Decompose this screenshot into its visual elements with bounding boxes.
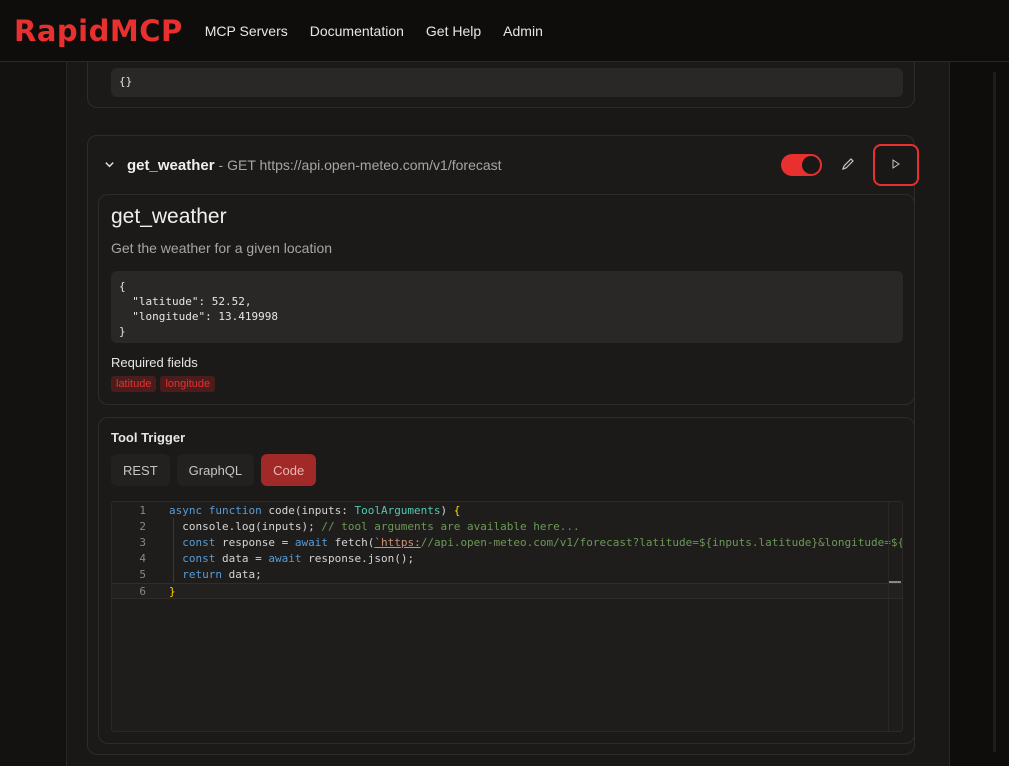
code-line-text: async function code(inputs: ToolArgument… <box>169 504 461 517</box>
code-editor[interactable]: 1 async function code(inputs: ToolArgumen… <box>111 501 903 732</box>
editor-scrollbar[interactable] <box>888 502 902 731</box>
required-field-tag: longitude <box>160 376 216 392</box>
trigger-tabs: REST GraphQL Code <box>111 454 323 486</box>
previous-tool-code-text: {} <box>119 75 133 88</box>
scrollbar-cursor-marker <box>889 581 901 583</box>
tool-method: - GET https://api.open-meteo.com/v1/fore… <box>219 157 502 173</box>
line-number: 1 <box>139 504 146 517</box>
tool-description: Get the weather for a given location <box>111 240 333 256</box>
code-line-text: return data; <box>182 568 262 581</box>
page-scrollbar-track[interactable] <box>993 72 996 752</box>
tool-url: https://api.open-meteo.com/v1/forecast <box>259 157 502 173</box>
required-fields-list: latitude longitude <box>111 376 219 392</box>
main-nav: MCP Servers Documentation Get Help Admin <box>205 23 565 39</box>
code-line[interactable]: 5 return data; <box>112 567 902 583</box>
tool-method-separator: - GET <box>218 157 260 173</box>
tab-rest[interactable]: REST <box>111 454 170 486</box>
toggle-knob <box>802 156 820 174</box>
tool-name: get_weather <box>127 156 215 174</box>
brand-logo[interactable]: RapidMCP <box>14 14 183 48</box>
nav-mcp-servers[interactable]: MCP Servers <box>205 23 288 39</box>
required-field-tag: latitude <box>111 376 157 392</box>
line-number: 2 <box>139 520 146 533</box>
line-number: 4 <box>139 552 146 565</box>
tab-code[interactable]: Code <box>261 454 317 486</box>
line-number: 6 <box>139 585 146 598</box>
code-line[interactable]: 3 const response = await fetch(`https://… <box>112 535 903 551</box>
left-gutter <box>0 62 66 766</box>
tool-trigger-label: Tool Trigger <box>111 430 186 445</box>
run-tool-button[interactable] <box>873 144 919 186</box>
chevron-down-icon[interactable] <box>104 158 115 173</box>
detail-title: get_weather <box>111 205 227 228</box>
line-number: 5 <box>139 568 146 581</box>
code-line[interactable]: 6} <box>112 583 902 599</box>
previous-tool-code: {} <box>111 68 903 97</box>
right-gutter <box>949 62 1009 766</box>
code-line[interactable]: 4 const data = await response.json(); <box>112 551 902 567</box>
nav-documentation[interactable]: Documentation <box>310 23 404 39</box>
code-line[interactable]: 1 async function code(inputs: ToolArgumen… <box>112 503 902 519</box>
tool-enabled-toggle[interactable] <box>781 154 822 176</box>
top-navbar: RapidMCP MCP Servers Documentation Get H… <box>0 0 1009 62</box>
code-line-text: const data = await response.json(); <box>182 552 415 565</box>
code-line-text: } <box>169 585 176 598</box>
code-line-text: console.log(inputs); // tool arguments a… <box>169 520 580 533</box>
nav-get-help[interactable]: Get Help <box>426 23 481 39</box>
code-line[interactable]: 2 console.log(inputs); // tool arguments… <box>112 519 902 535</box>
code-line-text: const response = await fetch(`https://ap… <box>182 536 903 549</box>
pencil-icon[interactable] <box>840 156 856 172</box>
play-icon <box>891 156 901 174</box>
tab-graphql[interactable]: GraphQL <box>176 454 255 486</box>
nav-admin[interactable]: Admin <box>503 23 543 39</box>
line-number: 3 <box>139 536 146 549</box>
tool-header[interactable]: get_weather - GET https://api.open-meteo… <box>104 150 502 180</box>
required-fields-label: Required fields <box>111 355 198 370</box>
example-arguments-json: { "latitude": 52.52, "longitude": 13.419… <box>111 271 903 343</box>
